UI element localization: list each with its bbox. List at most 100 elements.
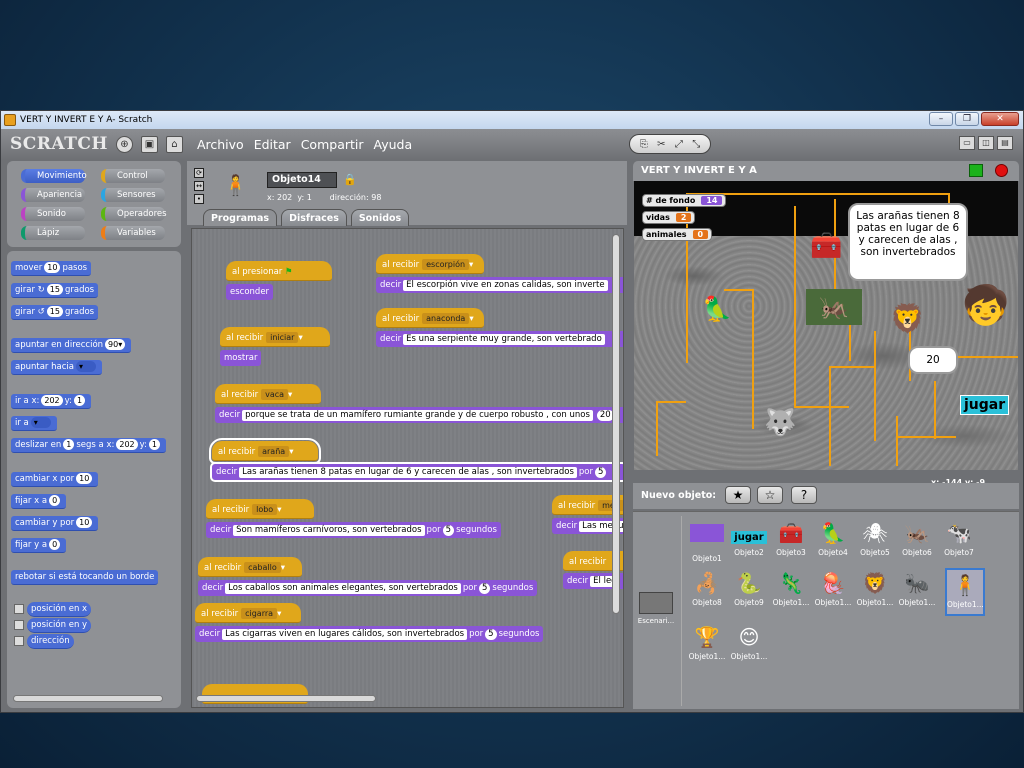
block-dropdown[interactable]: ▾ xyxy=(30,417,51,428)
checkbox-posx[interactable] xyxy=(14,604,24,614)
block-input[interactable]: 202 xyxy=(41,395,63,406)
block-girar-right[interactable]: girar ↻ 15 grados xyxy=(11,283,99,298)
minimize-button[interactable]: – xyxy=(929,112,953,126)
category-apariencia[interactable]: Apariencia xyxy=(21,188,85,202)
block-decir-escorpion[interactable]: decir El escorpión vive en zonas calidas,… xyxy=(376,277,623,293)
hat-al-recibir-iniciar[interactable]: al recibir iniciar ▾ xyxy=(220,327,330,347)
hat-al-presionar[interactable]: al presionar ⚑ xyxy=(226,261,332,281)
say-number-input[interactable]: 5 xyxy=(594,467,607,478)
presentation-icon[interactable]: ▤ xyxy=(997,136,1013,150)
block-input[interactable]: 10 xyxy=(76,473,93,484)
block-direccion[interactable]: dirección xyxy=(27,634,74,649)
category-sensores[interactable]: Sensores xyxy=(101,188,165,202)
block-fijar-x[interactable]: fijar x a0 xyxy=(11,494,67,509)
sprite-thumb-7[interactable]: 🐄 Objeto7 xyxy=(939,518,979,566)
maximize-button[interactable]: ❐ xyxy=(955,112,979,126)
sprite-thumb-9[interactable]: 🐍 Objeto9 xyxy=(729,568,769,616)
lion-sprite[interactable]: 🦁 xyxy=(890,305,925,333)
say-number-input[interactable]: 5 xyxy=(478,583,491,594)
block-input[interactable]: 10 xyxy=(44,262,61,273)
sprite-thumb-2[interactable]: jugar Objeto2 xyxy=(729,518,769,566)
block-fijar-y[interactable]: fijar y a0 xyxy=(11,538,67,553)
shrink-tool-icon[interactable]: ⤡ xyxy=(692,139,700,150)
hat-al-recibir-arana[interactable]: al recibir araña ▾ xyxy=(209,438,321,464)
block-apuntar[interactable]: apuntar en dirección 90▾ xyxy=(11,338,132,353)
parrot-sprite[interactable]: 🦜 xyxy=(702,297,732,321)
message-dropdown[interactable]: vaca xyxy=(261,389,289,400)
block-deslizar[interactable]: deslizar en 1 segs a x: 202 y: 1 xyxy=(11,438,167,453)
block-dropdown[interactable]: ▾ xyxy=(75,361,96,372)
block-esconder[interactable]: esconder xyxy=(226,284,274,300)
block-rebotar[interactable]: rebotar si está tocando un borde xyxy=(11,570,159,585)
message-dropdown[interactable]: lobo xyxy=(252,504,278,515)
hat-al-recibir-escorpion[interactable]: al recibir escorpión ▾ xyxy=(376,254,484,274)
stage[interactable]: # de fondo 14 vidas 2 animales 0 🧰 🦜 🦗 🦁 🐺 … xyxy=(634,181,1018,470)
delete-tool-icon[interactable]: ✂ xyxy=(657,139,665,150)
green-flag-button[interactable] xyxy=(969,164,983,177)
block-posicion-y[interactable]: posición en y xyxy=(27,618,92,633)
block-cambiar-y[interactable]: cambiar y por 10 xyxy=(11,516,99,531)
small-stage-icon[interactable]: ▭ xyxy=(959,136,975,150)
category-variables[interactable]: Variables xyxy=(101,226,165,240)
sprite-name-field[interactable]: Objeto14 xyxy=(267,172,337,188)
stage-thumbnail[interactable]: Escenari... xyxy=(636,592,676,652)
hat-al-recibir-vaca[interactable]: al recibir vaca ▾ xyxy=(215,384,321,404)
sprite-thumb-1[interactable]: Objeto1 xyxy=(687,518,727,566)
message-dropdown[interactable]: araña xyxy=(258,446,290,457)
block-mostrar[interactable]: mostrar xyxy=(220,350,262,366)
message-dropdown[interactable]: cigarra xyxy=(241,608,278,619)
scripts-vertical-scrollbar[interactable] xyxy=(612,234,620,614)
sprite-thumb-6[interactable]: 🦗 Objeto6 xyxy=(897,518,937,566)
hat-al-recibir-caballo[interactable]: al recibir caballo ▾ xyxy=(198,557,302,577)
block-input[interactable]: 15 xyxy=(46,284,63,295)
sprite-thumb-12[interactable]: 🦁 Objeto1... xyxy=(855,568,895,616)
block-decir-caballo[interactable]: decir Los caballos son animales elegantes… xyxy=(198,580,538,596)
block-input[interactable]: 10 xyxy=(76,517,93,528)
block-apuntar-hacia[interactable]: apuntar hacia ▾ xyxy=(11,360,102,375)
grow-tool-icon[interactable]: ⤢ xyxy=(675,139,683,150)
say-text-input[interactable]: Las arañas tienen 8 patas en lugar de 6 … xyxy=(239,467,577,478)
message-dropdown[interactable]: med xyxy=(598,500,623,511)
sprite-thumb-16[interactable]: 😊 Objeto1... xyxy=(729,622,769,670)
cicada-sprite[interactable]: 🦗 xyxy=(806,289,862,325)
sprite-thumb-13[interactable]: 🐜 Objeto1... xyxy=(897,568,937,616)
category-movimiento[interactable]: Movimiento xyxy=(21,169,87,183)
sprite-thumb-3[interactable]: 🧰 Objeto3 xyxy=(771,518,811,566)
message-dropdown[interactable]: caballo xyxy=(244,562,281,573)
block-decir-cigarra[interactable]: decir Las cigarras viven en lugares cálid… xyxy=(195,626,544,642)
block-input[interactable]: 15 xyxy=(46,306,63,317)
category-control[interactable]: Control xyxy=(101,169,165,183)
sprite-thumb-8[interactable]: 🦂 Objeto8 xyxy=(687,568,727,616)
sprite-thumb-10[interactable]: 🦎 Objeto1... xyxy=(771,568,811,616)
share-icon[interactable]: ⌂ xyxy=(165,135,183,153)
jugar-button[interactable]: jugar xyxy=(960,395,1010,415)
globe-icon[interactable]: ⊕ xyxy=(115,135,133,153)
wolf-sprite[interactable]: 🐺 xyxy=(764,410,796,436)
sprite-thumb-15[interactable]: 🏆 Objeto1... xyxy=(687,622,727,670)
category-lapiz[interactable]: Lápiz xyxy=(21,226,85,240)
block-ir-a-xy[interactable]: ir a x: 202 y: 1 xyxy=(11,394,92,409)
block-girar-left[interactable]: girar ↺ 15 grados xyxy=(11,305,99,320)
hat-al-recibir-lobo[interactable]: al recibir lobo ▾ xyxy=(206,499,314,519)
block-decir-arana[interactable]: decir Las arañas tienen 8 patas en lugar … xyxy=(210,462,623,482)
category-sonido[interactable]: Sonido xyxy=(21,207,85,221)
sprite-thumb-14[interactable]: 🧍 Objeto1... xyxy=(945,568,985,616)
say-number-input[interactable]: 5 xyxy=(442,525,455,536)
flip-style-icon[interactable]: ↔ xyxy=(194,181,204,191)
message-dropdown[interactable]: iniciar xyxy=(266,332,299,343)
menu-archivo[interactable]: Archivo xyxy=(197,137,244,152)
block-input[interactable]: 0 xyxy=(49,495,61,506)
say-text-input[interactable]: Las cigarras viven en lugares cálidos, s… xyxy=(222,629,468,640)
lock-icon[interactable]: 🔒 xyxy=(343,173,357,186)
block-input[interactable]: 1 xyxy=(73,395,86,406)
message-dropdown[interactable]: anaconda xyxy=(422,313,470,324)
block-posicion-x[interactable]: posición en x xyxy=(27,602,92,617)
block-decir-lobo[interactable]: decir Son mamíferos carnívoros, son verte… xyxy=(206,522,501,538)
hat-al-recibir-cigarra[interactable]: al recibir cigarra ▾ xyxy=(195,603,301,623)
checkbox-direccion[interactable] xyxy=(14,636,24,646)
block-dropdown[interactable]: 90▾ xyxy=(105,339,126,350)
block-decir-vaca[interactable]: decir porque se trata de un mamífero rumi… xyxy=(215,407,623,423)
say-text-input[interactable]: Son mamíferos carnívoros, son vertebrado… xyxy=(233,525,425,536)
say-text-input[interactable]: Es una serpiente muy grande, son vertebr… xyxy=(403,334,605,345)
treasure-sprite[interactable]: 🧰 xyxy=(810,233,842,259)
